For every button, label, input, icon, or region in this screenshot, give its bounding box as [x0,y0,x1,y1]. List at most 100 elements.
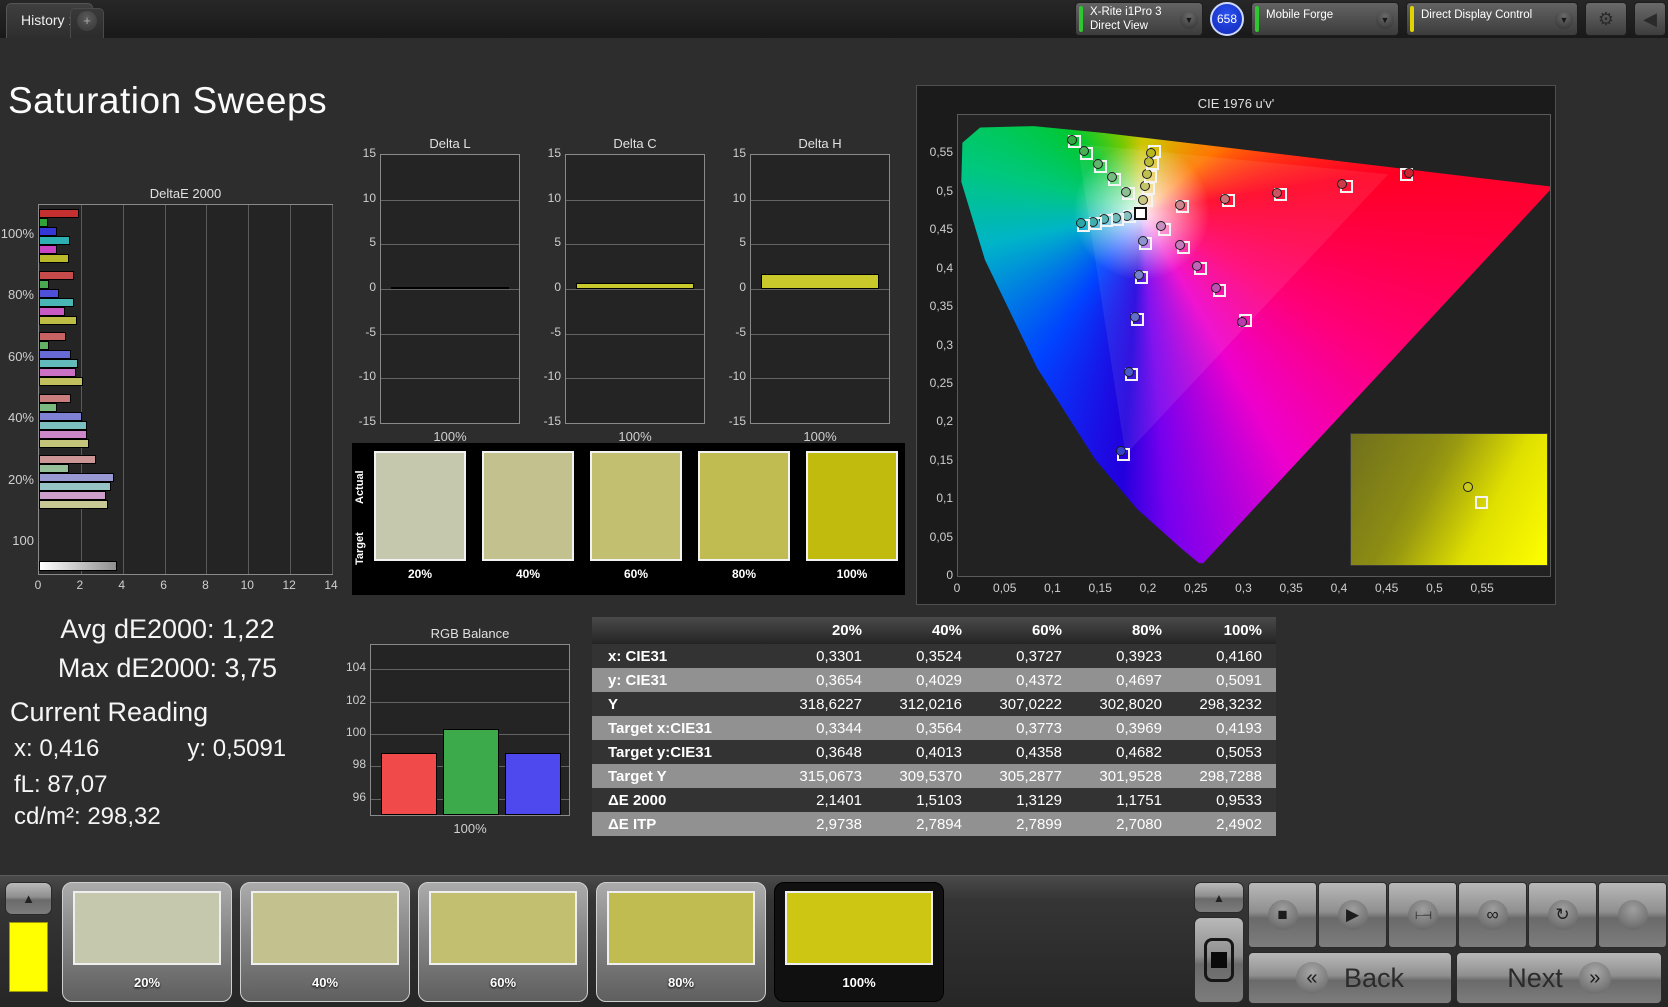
table-cell: 0,4193 [1216,719,1262,737]
transport-play-button[interactable]: ▶ [1318,882,1387,948]
cie-x-tick: 0,15 [1088,581,1112,595]
pattern-level-button-100%[interactable]: 100% [774,882,944,1002]
gridline [122,205,124,574]
y-tick-label: 104 [345,660,366,675]
table-cell: 0,5053 [1216,743,1262,761]
table-cell: 0,3301 [816,647,862,665]
cie-measured-point [1336,179,1347,190]
y-tick-label: 0 [369,280,376,294]
gridline [381,244,519,246]
pattern-level-button-60%[interactable]: 60% [418,882,588,1002]
transport-interval-button[interactable]: ⊢⊣ [1388,882,1457,948]
table-cell: 0,4358 [1016,743,1062,761]
back-button[interactable]: « Back [1248,952,1452,1004]
color-swatch [482,451,574,561]
table-row-label: Y [608,695,619,713]
transport-refresh-button[interactable]: ↻ [1528,882,1597,948]
delta-plot-area [380,154,520,424]
rgb-bar [505,753,561,815]
table-cell: 0,3524 [916,647,962,665]
deltae-bar [39,438,90,448]
swatch-label: 60% [623,567,649,581]
add-tab-button[interactable]: + [70,8,104,38]
cie-plot-area [957,114,1551,577]
deltae-bar [39,464,70,473]
table-header-cell: 60% [1031,622,1062,639]
top-bar: History 1 + X-Rite i1Pro 3 Direct View ▼… [0,0,1668,38]
settings-button[interactable]: ⚙ [1585,2,1627,36]
table-header-row: 20% 40% 60% 80% 100% [592,617,1276,644]
deltae-bar [39,209,79,218]
refresh-icon: ↻ [1547,900,1578,930]
meter-selector[interactable]: X-Rite i1Pro 3 Direct View ▼ [1075,2,1203,36]
cie-x-tick: 0,5 [1426,581,1443,595]
delta-bar [576,282,694,289]
gridline [566,289,704,290]
display-control-selector[interactable]: Direct Display Control ▼ [1406,2,1578,36]
table-cell: 0,3727 [1016,647,1062,665]
cie-x-tick: 0,2 [1139,581,1157,595]
table-cell: 0,5091 [1216,671,1262,689]
next-button[interactable]: Next » [1456,952,1662,1004]
gridline [566,244,704,246]
gridline [751,378,889,380]
transport-infinity-button[interactable]: ∞ [1458,882,1527,948]
table-row: y: CIE31 0,3654 0,4029 0,4372 0,4697 0,5091 [592,668,1276,692]
gear-icon: ⚙ [1597,8,1615,29]
deltae-bar [39,297,74,307]
table-row: ΔE 2000 2,1401 1,5103 1,3129 1,1751 0,9533 [592,788,1276,812]
deltae-bar [39,350,72,359]
collapse-panel-button[interactable]: ◀ [1634,2,1666,36]
pattern-level-button-40%[interactable]: 40% [240,882,410,1002]
meter-name: X-Rite i1Pro 3 [1090,5,1162,18]
pattern-level-button-20%[interactable]: 20% [62,882,232,1002]
chevron-down-icon: ▼ [1180,11,1198,29]
pattern-window-button[interactable] [1194,917,1244,1003]
x-tick-label: 12 [282,578,296,592]
pattern-bar-collapse-button[interactable]: ▲ [5,882,52,915]
stop-icon: ■ [1267,900,1298,930]
pattern-preview-swatch[interactable] [9,922,48,992]
transport-collapse-button[interactable]: ▲ [1194,882,1244,913]
y-tick-label: 15 [732,146,746,160]
chevron-left-icon: ◀ [1643,8,1657,29]
cie-measured-point [1463,482,1473,492]
y-tick-label: 10 [732,190,746,205]
y-tick-label: 0 [739,280,746,294]
deltae-bar [39,341,50,350]
cie-target-square [1475,496,1488,509]
table-cell: 307,0222 [999,695,1062,713]
chevron-down-icon: ▼ [1376,11,1394,29]
table-cell: 309,5370 [899,767,962,785]
delta-plot-area [565,154,705,424]
transport-stop-button[interactable]: ■ [1248,882,1317,948]
y-tick-label: 5 [739,235,746,250]
pattern-level-button-80%[interactable]: 80% [596,882,766,1002]
arrow-up-icon: ▲ [22,891,35,906]
color-swatch [374,451,466,561]
swatch-label: 80% [731,567,757,581]
group-label: 100% [0,225,34,241]
meter-status-stripe [1079,6,1083,32]
x-axis-label: 100% [433,429,467,444]
cie-y-tick: 0,05 [929,529,953,544]
cie-x-tick: 0,25 [1184,581,1208,595]
cie-x-tick: 0,45 [1374,581,1399,595]
meter-count-badge[interactable]: 658 [1210,2,1244,36]
table-cell: 0,3654 [816,671,862,689]
cie-measured-point [1210,282,1221,293]
table-header-cell: 40% [931,622,962,639]
cie-y-tick: 0,35 [929,299,953,314]
table-row: Target x:CIE31 0,3344 0,3564 0,3773 0,3969 0,… [592,716,1276,740]
x-axis-label: 100% [618,429,652,444]
play-icon: ▶ [1337,900,1368,930]
cie-measured-point [1066,134,1077,145]
arrow-up-icon: ▲ [1213,890,1225,905]
y-tick-label: 0 [554,280,561,294]
transport-extra-button[interactable] [1598,882,1667,948]
deltae2000-chart: DeltaE 2000 0 2 4 6 8 10 12 14 100% 80% 60% 40% 20% 10… [0,178,345,608]
deltae-bar [39,306,66,316]
meter-mode: Direct View [1090,20,1148,32]
pattern-source-selector[interactable]: Mobile Forge ▼ [1251,2,1399,36]
rgb-bar [443,729,499,815]
